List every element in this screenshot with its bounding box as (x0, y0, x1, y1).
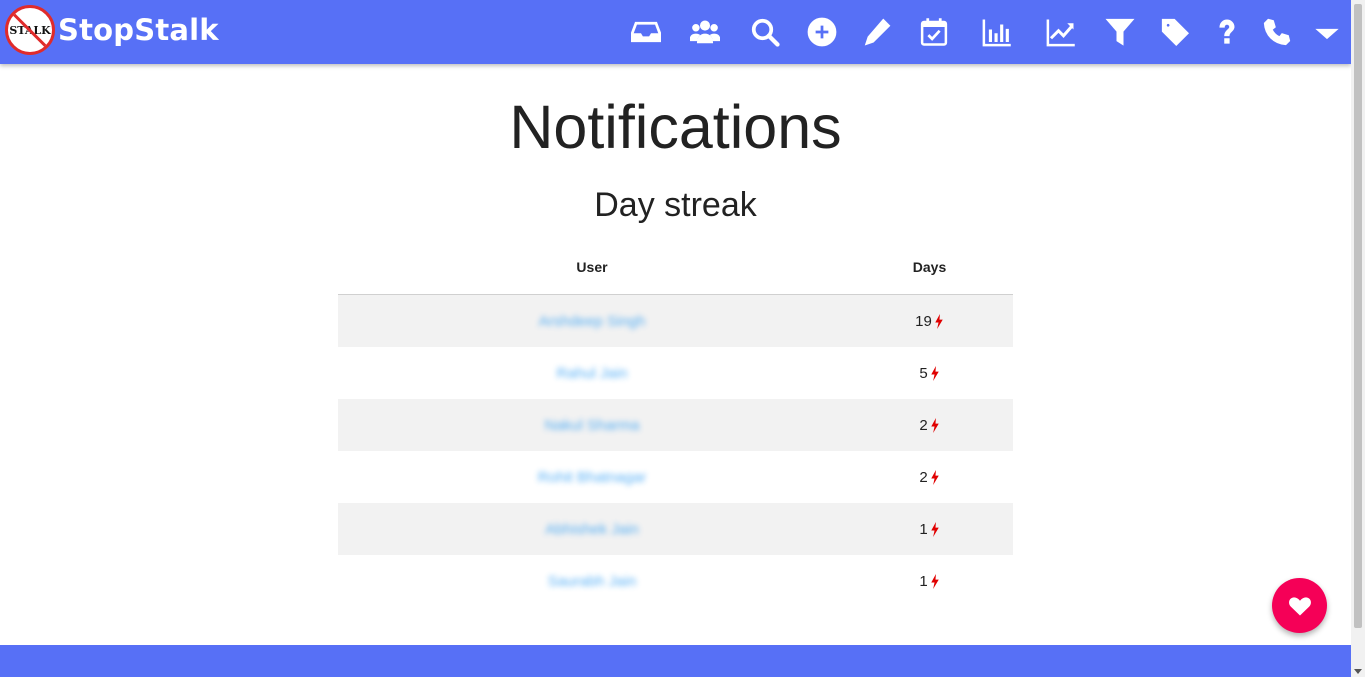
table-row: Rahul Jain 5 (338, 347, 1013, 399)
user-cell: Nakul Sharma (338, 399, 846, 451)
lightning-bolt-icon (930, 469, 939, 485)
plus-circle-icon[interactable] (804, 14, 840, 50)
user-cell: Saurabh Jain (338, 555, 846, 607)
page-footer (0, 645, 1351, 677)
tag-icon[interactable] (1157, 14, 1193, 50)
user-link[interactable]: Abhishek Jain (545, 521, 638, 538)
app-viewport: STALK StopStalk (0, 0, 1365, 677)
caret-down-icon[interactable] (1309, 14, 1345, 50)
stopstalk-logo: STALK (5, 5, 55, 55)
bar-chart-icon[interactable] (979, 14, 1015, 50)
heart-icon (1288, 596, 1311, 615)
brand-name[interactable]: StopStalk (58, 13, 219, 47)
days-value: 2 (919, 468, 928, 486)
days-value: 2 (919, 416, 928, 434)
top-navbar: STALK StopStalk (0, 0, 1351, 64)
user-cell: Abhishek Jain (338, 503, 846, 555)
user-link[interactable]: Saurabh Jain (548, 573, 636, 590)
user-link[interactable]: Rahul Jain (557, 365, 628, 382)
days-value: 1 (919, 520, 928, 538)
days-value: 5 (919, 364, 928, 382)
calendar-check-icon[interactable] (916, 14, 952, 50)
days-cell: 2 (846, 451, 1013, 503)
days-column-header: Days (846, 240, 1013, 295)
vertical-scrollbar[interactable] (1351, 0, 1365, 677)
lightning-bolt-icon (935, 313, 943, 329)
days-cell: 5 (846, 347, 1013, 399)
users-icon[interactable] (687, 14, 723, 50)
user-cell: Rahul Jain (338, 347, 846, 399)
days-value: 1 (919, 572, 928, 590)
section-title: Day streak (594, 186, 757, 224)
days-cell: 2 (846, 399, 1013, 451)
search-icon[interactable] (747, 14, 783, 50)
scrollbar-thumb[interactable] (1354, 4, 1362, 628)
user-link[interactable]: Nakul Sharma (544, 417, 639, 434)
days-value: 19 (915, 312, 932, 330)
table-row: Nakul Sharma 2 (338, 399, 1013, 451)
brand[interactable]: STALK StopStalk (5, 5, 219, 55)
lightning-bolt-icon (930, 365, 939, 381)
user-link[interactable]: Rohit Bhatnagar (538, 469, 646, 486)
day-streak-table: User Days Arshdeep Singh 19 Rahul Jain 5… (338, 240, 1013, 607)
inbox-icon[interactable] (628, 14, 664, 50)
user-cell: Arshdeep Singh (338, 294, 846, 347)
filter-icon[interactable] (1102, 14, 1138, 50)
lightning-bolt-icon (930, 521, 939, 537)
user-column-header: User (338, 240, 846, 295)
phone-icon[interactable] (1259, 14, 1295, 50)
page-title: Notifications (509, 93, 842, 161)
user-link[interactable]: Arshdeep Singh (539, 313, 646, 330)
lightning-bolt-icon (930, 417, 939, 433)
days-cell: 19 (846, 294, 1013, 347)
table-row: Rohit Bhatnagar 2 (338, 451, 1013, 503)
days-cell: 1 (846, 555, 1013, 607)
support-fab-button[interactable] (1272, 578, 1327, 633)
lightning-bolt-icon (930, 573, 939, 589)
question-icon[interactable] (1209, 14, 1245, 50)
table-row: Abhishek Jain 1 (338, 503, 1013, 555)
table-row: Saurabh Jain 1 (338, 555, 1013, 607)
table-header-row: User Days (338, 240, 1013, 295)
user-cell: Rohit Bhatnagar (338, 451, 846, 503)
days-cell: 1 (846, 503, 1013, 555)
pencil-icon[interactable] (859, 14, 895, 50)
table-row: Arshdeep Singh 19 (338, 294, 1013, 347)
line-chart-icon[interactable] (1043, 14, 1079, 50)
scroll-down-arrow[interactable] (1354, 669, 1362, 674)
